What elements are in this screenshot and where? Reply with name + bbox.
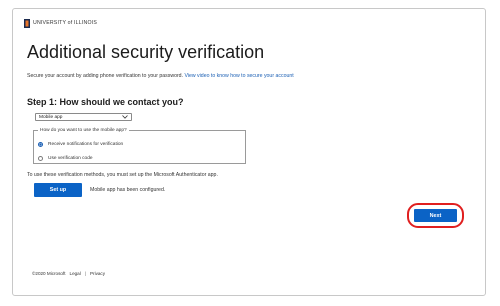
contact-method-value: Mobile app: [39, 114, 63, 120]
university-seal-icon: [24, 18, 30, 28]
mobile-app-options: How do you want to use the mobile app? R…: [33, 128, 246, 164]
config-status: Mobile app has been configured.: [90, 187, 166, 193]
option-verification-code-label: Use verification code: [48, 156, 93, 161]
option-verification-code[interactable]: Use verification code: [38, 156, 93, 161]
legal-link[interactable]: Legal: [70, 271, 81, 276]
intro-text: Secure your account by adding phone veri…: [27, 73, 294, 79]
verification-code-radio[interactable]: [38, 156, 43, 161]
step-title: Step 1: How should we contact you?: [27, 97, 184, 107]
mobile-options-legend: How do you want to use the mobile app?: [40, 128, 127, 133]
university-logo: UNIVERSITY of ILLINOIS: [24, 18, 97, 28]
privacy-link[interactable]: Privacy: [90, 271, 105, 276]
option-notifications[interactable]: Receive notifications for verification: [38, 142, 123, 147]
video-help-link[interactable]: View video to know how to secure your ac…: [184, 73, 293, 79]
set-up-button[interactable]: Set up: [34, 183, 82, 197]
intro-message: Secure your account by adding phone veri…: [27, 73, 184, 79]
contact-method-select[interactable]: Mobile app: [35, 113, 132, 121]
footer: ©2020 Microsoft Legal | Privacy: [32, 271, 105, 276]
option-notifications-label: Receive notifications for verification: [48, 142, 124, 147]
copyright-text: ©2020 Microsoft: [32, 271, 66, 276]
page-title: Additional security verification: [27, 42, 265, 62]
logo-text: UNIVERSITY of ILLINOIS: [33, 20, 97, 26]
next-button[interactable]: Next: [414, 209, 457, 222]
notifications-radio[interactable]: [38, 142, 43, 147]
footer-separator: |: [84, 271, 86, 276]
chevron-down-icon: [122, 115, 128, 119]
setup-note: To use these verification methods, you m…: [27, 172, 218, 178]
